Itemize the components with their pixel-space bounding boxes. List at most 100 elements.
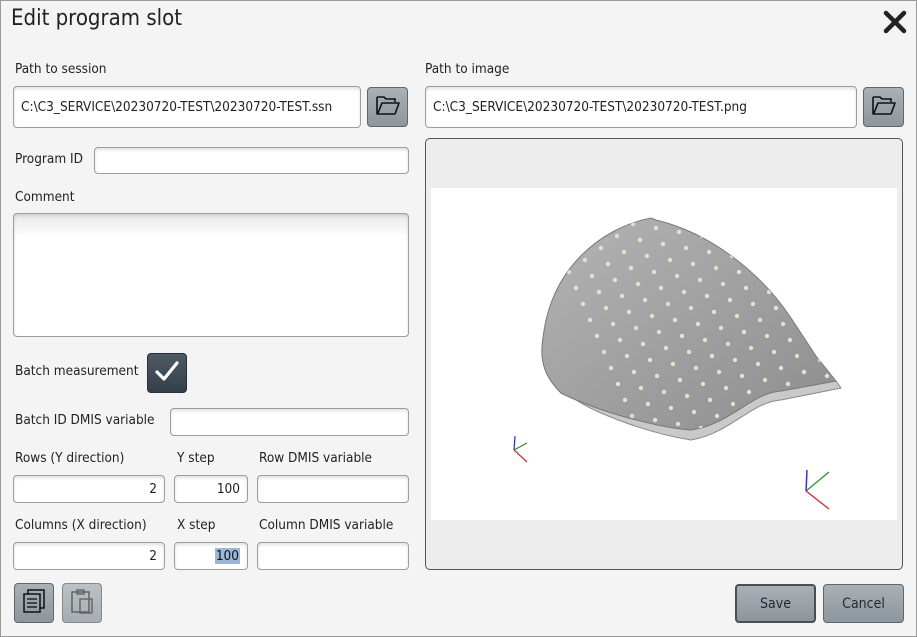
browse-session-button[interactable]	[367, 87, 408, 127]
paste-icon	[70, 588, 94, 618]
measurement-point	[741, 329, 747, 335]
folder-open-icon	[375, 94, 401, 120]
measurement-point	[801, 369, 807, 375]
measurement-point	[575, 241, 581, 247]
measurement-point	[707, 397, 713, 403]
measurement-point	[762, 377, 768, 383]
measurement-point	[736, 269, 742, 275]
copy-button[interactable]	[14, 583, 54, 623]
measurement-point	[859, 306, 863, 310]
measurement-point	[539, 206, 543, 210]
rows-input[interactable]: 2	[13, 475, 165, 503]
measurement-point	[869, 426, 873, 430]
measurement-point	[789, 293, 795, 299]
measurement-point	[702, 337, 708, 343]
measurement-point	[605, 261, 611, 267]
columns-label: Columns (X direction)	[15, 517, 147, 533]
measurement-point	[721, 429, 727, 430]
measurement-point	[835, 301, 836, 307]
measurement-point	[637, 237, 643, 243]
measurement-point	[837, 450, 841, 454]
measurement-point	[794, 353, 800, 359]
column-dmis-variable-input[interactable]	[257, 542, 409, 570]
measurement-point	[589, 273, 595, 279]
browse-image-button[interactable]	[863, 87, 904, 127]
measurement-point	[828, 285, 834, 291]
measurement-point	[822, 417, 828, 423]
measurement-point	[559, 253, 565, 259]
cancel-button[interactable]: Cancel	[823, 584, 904, 623]
batch-id-input[interactable]	[170, 408, 409, 436]
measurement-point	[612, 277, 618, 283]
measurement-point	[806, 429, 812, 430]
batch-id-label: Batch ID DMIS variable	[15, 412, 155, 428]
measurement-point	[819, 313, 825, 319]
measurement-point	[629, 413, 635, 419]
measurement-point	[873, 338, 877, 342]
measurement-point	[748, 345, 754, 351]
measurement-point	[603, 305, 609, 311]
measurement-point	[860, 454, 864, 458]
measurement-point	[796, 309, 802, 315]
measurement-point	[644, 253, 650, 259]
measurement-point	[697, 277, 703, 283]
axis-triad	[805, 469, 830, 510]
measurement-point	[845, 274, 849, 278]
row-dmis-variable-label: Row DMIS variable	[259, 450, 373, 466]
measurement-point	[775, 261, 781, 267]
measurement-point	[656, 329, 662, 335]
measurement-point	[759, 273, 765, 279]
measurement-point	[750, 301, 756, 307]
measurement-point	[885, 414, 889, 418]
close-icon[interactable]	[882, 9, 908, 35]
measurement-point	[839, 406, 843, 410]
batch-measurement-checkbox[interactable]	[147, 353, 187, 393]
checkmark-icon	[154, 360, 180, 386]
measurement-point	[830, 434, 834, 438]
measurement-point	[720, 281, 726, 287]
measurement-point	[730, 401, 736, 407]
program-id-input[interactable]	[94, 147, 409, 174]
part-render	[513, 206, 891, 510]
copy-icon	[22, 588, 46, 618]
y-step-input[interactable]: 100	[174, 475, 248, 503]
axis-triad-small	[513, 435, 528, 463]
measurement-point	[773, 305, 779, 311]
measurement-point	[766, 289, 772, 295]
measurement-point	[594, 333, 600, 339]
measurement-point	[582, 257, 588, 263]
measurement-point	[647, 357, 653, 363]
measurement-point	[723, 385, 729, 391]
measurement-point	[658, 285, 664, 291]
measurement-point	[631, 369, 637, 375]
measurement-point	[803, 325, 809, 331]
measurement-point	[792, 397, 798, 403]
measurement-point	[642, 297, 648, 303]
image-path-input[interactable]: C:\C3_SERVICE\20230720-TEST\20230720-TES…	[425, 86, 857, 128]
measurement-point	[607, 218, 613, 223]
measurement-point	[771, 349, 777, 355]
measurement-point	[684, 393, 690, 399]
program-id-label: Program ID	[15, 151, 83, 167]
dialog-title: Edit program slot	[11, 6, 183, 31]
session-path-input[interactable]: C:\C3_SERVICE\20230720-TEST\20230720-TES…	[13, 86, 361, 128]
row-dmis-variable-input[interactable]	[257, 475, 409, 503]
measurement-point	[805, 281, 811, 287]
paste-button[interactable]	[62, 583, 102, 623]
measurement-point	[864, 366, 868, 370]
measurement-point	[887, 370, 891, 374]
image-preview	[425, 138, 903, 570]
comment-label: Comment	[15, 189, 75, 205]
columns-input[interactable]: 2	[13, 542, 165, 570]
measurement-point	[667, 257, 673, 263]
measurement-point	[791, 249, 797, 255]
measurement-point	[676, 229, 682, 235]
x-step-label: X step	[177, 517, 216, 533]
measurement-point	[675, 421, 681, 427]
x-step-input[interactable]: 100	[174, 542, 248, 570]
measurement-point	[617, 337, 623, 343]
comment-textarea[interactable]	[13, 213, 409, 337]
save-button[interactable]: Save	[735, 584, 816, 623]
measurement-point	[695, 321, 701, 327]
measurement-point	[562, 210, 566, 214]
